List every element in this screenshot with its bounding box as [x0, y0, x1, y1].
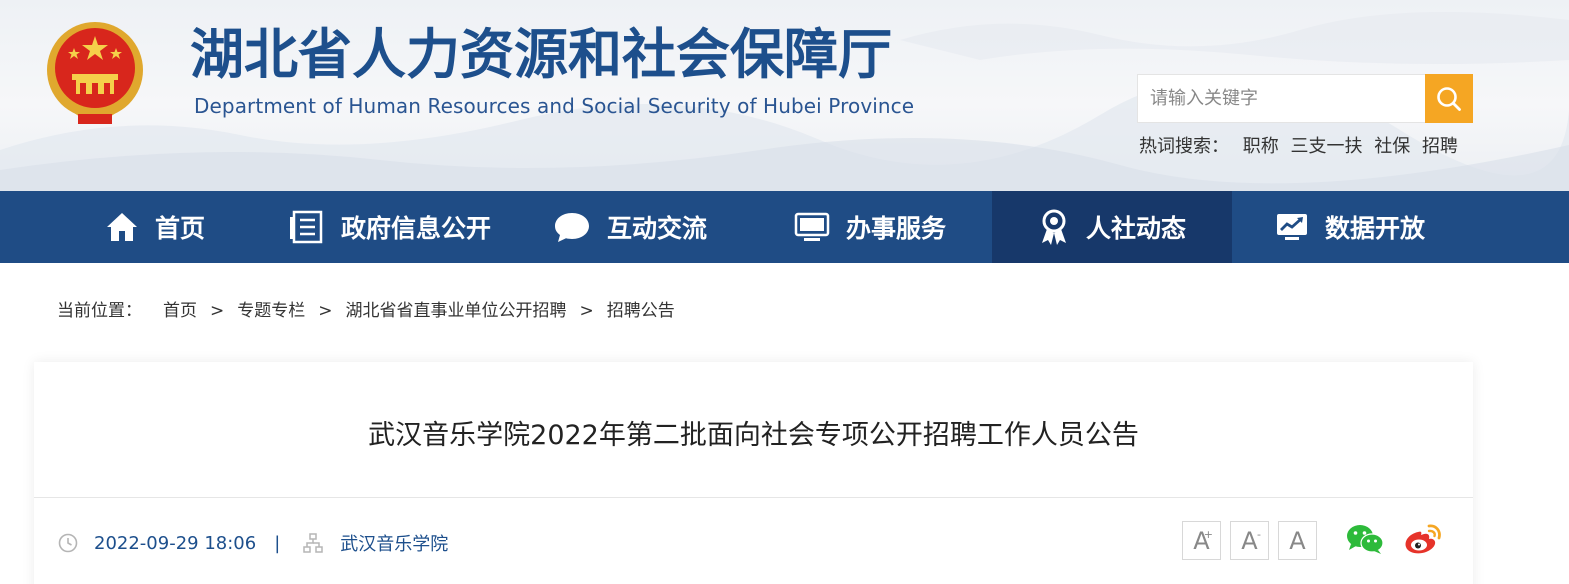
font-button-mark: - [1257, 528, 1261, 541]
search-input[interactable] [1138, 75, 1426, 122]
search-button[interactable] [1425, 74, 1473, 123]
breadcrumb-item-home[interactable]: 首页 [163, 301, 197, 321]
nav-item-label: 办事服务 [845, 214, 946, 243]
search-icon [1437, 86, 1461, 111]
nav-item-label: 人社动态 [1085, 214, 1186, 243]
wechat-share-icon[interactable] [1346, 523, 1384, 555]
font-decrease-button[interactable]: A- [1230, 521, 1269, 560]
divider [34, 497, 1473, 498]
font-reset-button[interactable]: A [1278, 521, 1317, 560]
article-date: 2022-09-29 18:06 [94, 532, 257, 554]
article-card: 武汉音乐学院2022年第二批面向社会专项公开招聘工作人员公告 2022-09-2… [34, 362, 1473, 584]
nav-item-label: 互动交流 [606, 214, 707, 243]
search-box [1137, 74, 1473, 123]
font-button-letter: A [1289, 526, 1306, 555]
article-meta: 2022-09-29 18:06 | 武汉音乐学院 [58, 528, 448, 558]
hot-word-link[interactable]: 招聘 [1422, 136, 1458, 157]
hot-word-link[interactable]: 三支一扶 [1290, 136, 1362, 157]
breadcrumb-item-announcement[interactable]: 招聘公告 [607, 301, 675, 321]
nav-item-label: 数据开放 [1324, 214, 1425, 243]
breadcrumb-item-topics[interactable]: 专题专栏 [237, 301, 305, 321]
award-ribbon-icon [1038, 208, 1070, 246]
site-subtitle: Department of Human Resources and Social… [194, 94, 915, 118]
nav-item-services[interactable]: 办事服务 [770, 191, 970, 263]
clock-icon [58, 533, 78, 553]
nav-item-label: 政府信息公开 [340, 214, 491, 243]
nav-item-open-data[interactable]: 数据开放 [1250, 191, 1450, 263]
national-emblem-icon [47, 22, 143, 124]
breadcrumb-separator: > [210, 301, 225, 321]
article-source: 武汉音乐学院 [340, 534, 449, 555]
nav-item-interaction[interactable]: 互动交流 [530, 191, 730, 263]
nav-item-label: 首页 [154, 214, 205, 243]
org-structure-icon [302, 532, 324, 554]
home-icon [105, 210, 139, 244]
nav-item-news[interactable]: 人社动态 [992, 191, 1232, 263]
hot-word-link[interactable]: 职称 [1243, 136, 1279, 157]
font-increase-button[interactable]: A + [1182, 521, 1221, 560]
hot-words-label: 热词搜索： [1139, 136, 1229, 157]
site-title: 湖北省人力资源和社会保障厅 [190, 22, 892, 86]
article-title: 武汉音乐学院2022年第二批面向社会专项公开招聘工作人员公告 [368, 420, 1139, 451]
font-size-controls: A + A- A [1182, 521, 1326, 560]
breadcrumb-item-recruitment[interactable]: 湖北省省直事业单位公开招聘 [346, 301, 567, 321]
monitor-icon [794, 211, 830, 243]
breadcrumb-label: 当前位置： [57, 301, 142, 321]
nav-item-home[interactable]: 首页 [60, 191, 250, 263]
breadcrumb-separator: > [318, 301, 333, 321]
hot-words: 热词搜索： 职称 三支一扶 社保 招聘 [1139, 134, 1464, 160]
breadcrumb: 当前位置： 首页 > 专题专栏 > 湖北省省直事业单位公开招聘 > 招聘公告 [57, 298, 675, 324]
breadcrumb-separator: > [579, 301, 594, 321]
share-buttons [1346, 522, 1460, 556]
meta-separator: | [274, 532, 281, 554]
chat-bubble-icon [553, 210, 591, 244]
document-list-icon [289, 209, 325, 245]
site-header: 湖北省人力资源和社会保障厅 Department of Human Resour… [0, 0, 1569, 191]
hot-word-link[interactable]: 社保 [1374, 136, 1410, 157]
font-button-mark: + [1203, 528, 1213, 541]
font-button-letter: A [1241, 526, 1258, 555]
weibo-share-icon[interactable] [1402, 522, 1442, 556]
chart-screen-icon [1275, 211, 1309, 243]
nav-item-gov-info[interactable]: 政府信息公开 [270, 191, 510, 263]
main-nav: 首页 政府信息公开 互动交流 办事服务 人社动态 数据开放 [0, 191, 1569, 263]
